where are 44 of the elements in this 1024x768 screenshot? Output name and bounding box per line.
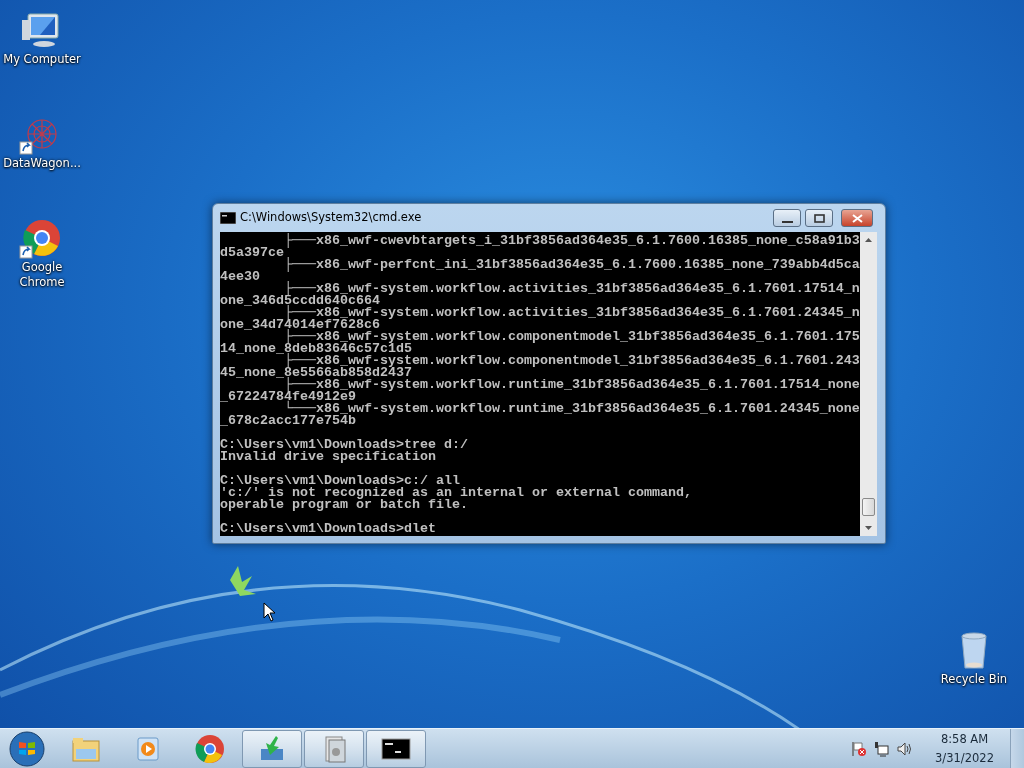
- maximize-icon: [813, 213, 825, 223]
- console-line: 'c:/' is not recognized as an internal or external command,: [220, 487, 693, 499]
- taskbar-console-button[interactable]: [366, 729, 426, 768]
- console-line: _67224784fe4912e9: [220, 391, 356, 403]
- console-line: 45_none_8e5566ab858d2437: [220, 367, 412, 379]
- console-line: ├───x86_wwf-perfcnt_ini_31bf3856ad364e35_6.1.7600.16385_none_739abb4d5ca: [283, 259, 860, 271]
- clock[interactable]: 8:58 AM 3/31/2022: [927, 729, 1002, 768]
- icon-label: DataWagon...: [3, 156, 81, 171]
- icon-label: Google Chrome: [18, 260, 66, 290]
- windows-logo-icon: [9, 730, 45, 767]
- console-line: 14_none_8deb83646c57c1d5: [220, 343, 412, 355]
- console-line: _678c2acc177e754b: [220, 415, 356, 427]
- console-line: d5a397ce: [220, 247, 285, 259]
- console-app-icon: [220, 212, 236, 224]
- icon-label: Recycle Bin: [940, 672, 1008, 687]
- console-line: C:\Users\vm1\Downloads>tree d:/: [220, 439, 469, 451]
- close-button[interactable]: [841, 209, 873, 227]
- window-title: C:\Windows\System32\cmd.exe: [240, 209, 423, 227]
- icon-label: My Computer: [3, 52, 81, 67]
- scrollbar-thumb[interactable]: [862, 498, 875, 516]
- close-icon: [851, 213, 863, 223]
- console-line: C:\Users\vm1\Downloads>c:/ all: [220, 475, 460, 487]
- console-line: C:\Users\vm1\Downloads>dlet: [220, 523, 437, 535]
- console-line: operable program or batch file.: [220, 499, 469, 511]
- console-line: one_34d74014ef7628c6: [220, 319, 380, 331]
- flag-error-icon[interactable]: [850, 739, 868, 758]
- maximize-button[interactable]: [805, 209, 833, 227]
- console-line: ├───x86_wwf-cwevbtargets_i_31bf3856ad364e35_6.1.7600.16385_none_c58a91b3: [284, 235, 860, 247]
- clock-date: 3/31/2022: [935, 749, 994, 767]
- console-line: one_346d5ccdd640c664: [220, 295, 380, 307]
- taskbar-download-arrow-button[interactable]: [242, 729, 302, 768]
- chrome-icon: [194, 732, 226, 765]
- minimize-button[interactable]: [773, 209, 801, 227]
- console-line: ├───x86_wwf-system.workflow.runtime_31bf3856ad364e35_6.1.7601.17514_none: [284, 379, 860, 391]
- console-line: ├───x86_wwf-system.workflow.componentmodel_31bf3856ad364e35_6.1.7601.243: [284, 355, 860, 367]
- console-line: ├───x86_wwf-system.workflow.componentmodel_31bf3856ad364e35_6.1.7601.175: [284, 331, 860, 343]
- mouse-cursor-icon: [263, 602, 276, 622]
- network-icon[interactable]: [873, 739, 891, 758]
- minimize-icon: [781, 220, 793, 223]
- console-line: 4ee30: [220, 271, 261, 283]
- console-line: ├───x86_wwf-system.workflow.activities_31bf3856ad364e35_6.1.7601.24345_n: [284, 307, 860, 319]
- console-line: Invalid drive specification: [220, 451, 437, 463]
- console-line: ├───x86_wwf-system.workflow.activities_31bf3856ad364e35_6.1.7601.17514_n: [284, 283, 860, 295]
- clock-time: 8:58 AM: [939, 730, 990, 748]
